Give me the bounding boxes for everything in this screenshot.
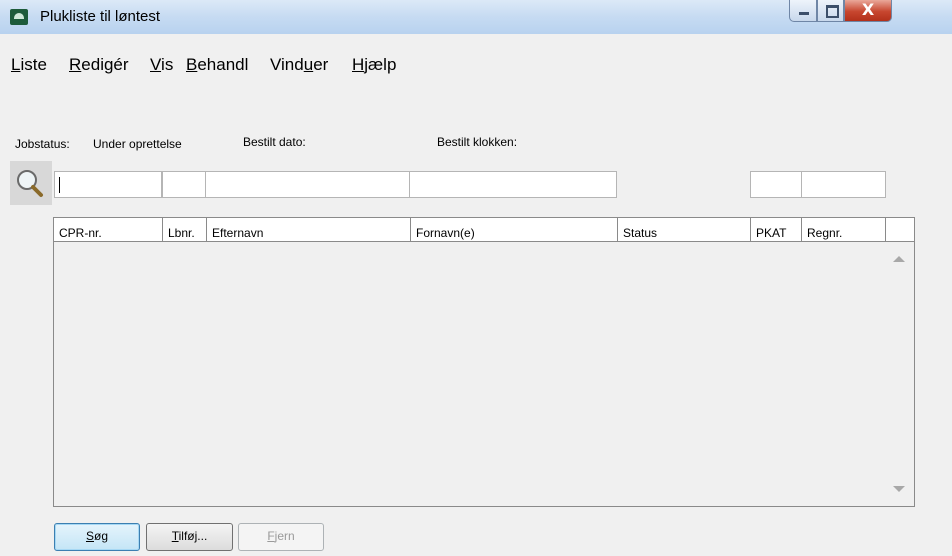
search-button[interactable] (10, 161, 52, 205)
jobstatus-value: Under oprettelse (93, 137, 182, 151)
regnr-filter-input[interactable] (801, 171, 886, 198)
sog-button[interactable]: Søg (54, 523, 140, 551)
column-header-lbnr[interactable]: Lbnr. (163, 218, 207, 242)
pkat-filter-input[interactable] (750, 171, 802, 198)
column-header-filler (886, 218, 914, 242)
column-header-regnr[interactable]: Regnr. (802, 218, 886, 242)
bestilt-klokken-label: Bestilt klokken: (437, 135, 518, 149)
close-button[interactable]: X (844, 0, 892, 22)
column-header-efternavn[interactable]: Efternavn (207, 218, 411, 242)
bestilt-dato-label: Bestilt dato: (243, 135, 306, 149)
minimize-button[interactable] (789, 0, 817, 22)
scroll-down-icon[interactable] (893, 486, 905, 492)
menu-bar: Liste Redigér Vis Behandl Vinduer Hjælp (0, 55, 952, 81)
fjern-button[interactable]: Fjern (238, 523, 324, 551)
close-icon: X (861, 0, 875, 19)
cpr-filter-input[interactable] (54, 171, 162, 198)
menu-hjaelp[interactable]: Hjælp (352, 55, 396, 75)
search-icon (17, 170, 43, 197)
fornavn-filter-input[interactable] (409, 171, 617, 198)
title-bar: Plukliste til løntest X (0, 0, 952, 34)
menu-vinduer[interactable]: Vinduer (270, 55, 328, 75)
column-header-pkat[interactable]: PKAT (751, 218, 802, 242)
app-icon (10, 9, 28, 25)
menu-vis[interactable]: Vis (150, 55, 173, 75)
tilfoj-button[interactable]: Tilføj... (146, 523, 233, 551)
efternavn-filter-input[interactable] (205, 171, 410, 198)
menu-liste[interactable]: Liste (11, 55, 47, 75)
text-caret (59, 177, 60, 193)
column-header-fornavn[interactable]: Fornavn(e) (411, 218, 618, 242)
results-table[interactable]: CPR-nr. Lbnr. Efternavn Fornavn(e) Statu… (53, 217, 915, 507)
menu-rediger[interactable]: Redigér (69, 55, 129, 75)
column-header-cpr[interactable]: CPR-nr. (54, 218, 163, 242)
lbnr-filter-input[interactable] (162, 171, 206, 198)
maximize-button[interactable] (817, 0, 844, 22)
jobstatus-label: Jobstatus: (15, 137, 70, 151)
window-title: Plukliste til løntest (40, 8, 161, 25)
column-header-status[interactable]: Status (618, 218, 751, 242)
vertical-scrollbar[interactable] (885, 242, 914, 506)
scroll-up-icon[interactable] (893, 256, 905, 262)
menu-behandl[interactable]: Behandl (186, 55, 248, 75)
